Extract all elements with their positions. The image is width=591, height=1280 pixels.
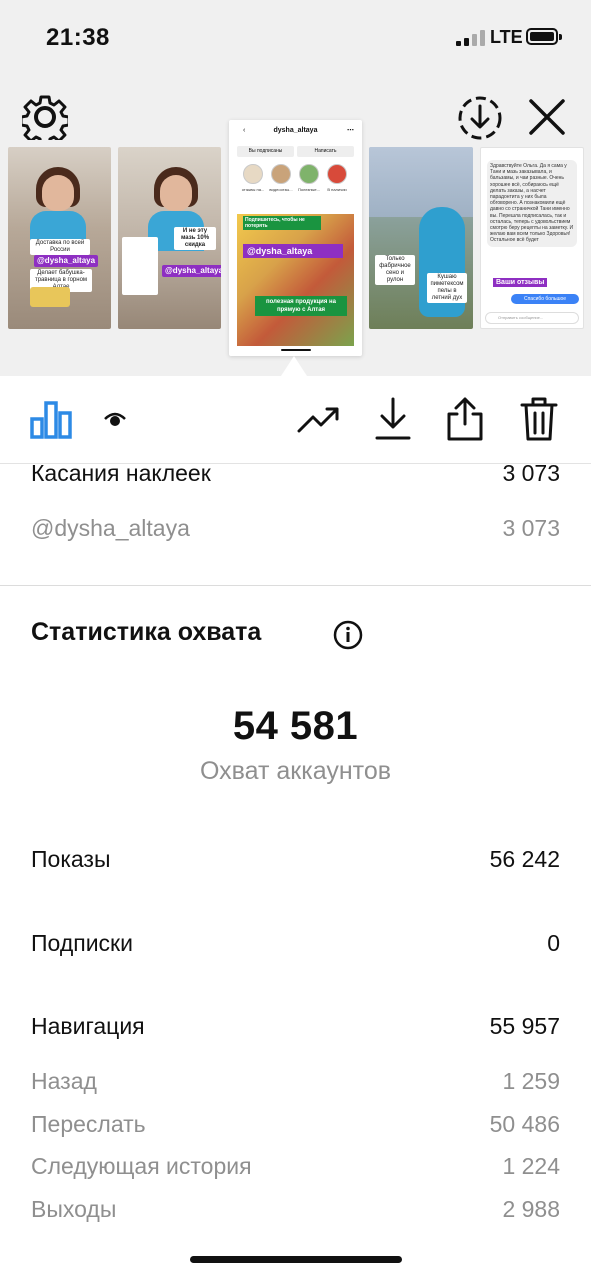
forward-row: Переслать 50 486: [31, 1111, 560, 1138]
highlight-circle: [327, 164, 347, 184]
forward-value: 50 486: [489, 1111, 560, 1137]
navigation-row: Навигация 55 957: [31, 1013, 560, 1040]
status-time: 21:38: [46, 24, 110, 51]
story-thumbnail-1[interactable]: Доставка по всей России @dysha_altaya Де…: [8, 147, 111, 329]
back-label: Назад: [31, 1068, 97, 1094]
story-banner: Подпишитесь, чтобы не потерять: [243, 216, 321, 230]
more-icon: ⋯: [347, 127, 354, 134]
story-caption: Кушаю пиметексом пелы в летний дух: [427, 273, 467, 303]
status-bar: 21:38 LTE: [0, 0, 591, 70]
following-button: Вы подписаны: [237, 146, 294, 157]
eye-icon[interactable]: [92, 396, 138, 442]
story-mention-tag: @dysha_altaya: [34, 255, 99, 267]
story-caption: Только фабричное сено и рулон: [375, 255, 415, 285]
chat-message: Здравствуйте Ольга. Да я сама у Тани и м…: [487, 160, 577, 247]
woman-photo: [30, 167, 86, 251]
exits-label: Выходы: [31, 1196, 117, 1222]
story-preview-area: 21:38 LTE Доставка по всей России @dysha…: [0, 0, 591, 376]
highlight-label: Полезные...: [298, 187, 320, 192]
accounts-reached-label: Охват аккаунтов: [199, 757, 392, 785]
highlight-circle: [271, 164, 291, 184]
profile-username: dysha_altaya: [273, 127, 318, 134]
sticker-taps-value: 3 073: [502, 460, 560, 486]
highlight-label: отзывы на...: [241, 187, 265, 192]
info-icon[interactable]: [333, 620, 363, 650]
reach-section-title: Статистика охвата: [31, 618, 262, 646]
accounts-reached-value: 54 581: [232, 704, 359, 748]
highlight-label: В наличии: [327, 187, 347, 192]
message-button: Написать: [297, 146, 354, 157]
back-value: 1 259: [502, 1068, 560, 1094]
profile-buttons: Вы подписаны Написать: [237, 146, 354, 157]
forward-label: Переслать: [31, 1111, 146, 1137]
selection-pointer: [281, 356, 307, 376]
home-bar: [281, 349, 311, 351]
sky-image: [369, 147, 473, 217]
insights-bar-chart-icon[interactable]: [28, 396, 74, 442]
share-icon[interactable]: [442, 396, 488, 442]
jar-image: [30, 287, 70, 307]
story-thumbnail-5[interactable]: Здравствуйте Ольга. Да я сама у Тани и м…: [480, 147, 584, 329]
back-chevron-icon: ‹: [243, 127, 246, 134]
follows-value: 0: [547, 930, 560, 956]
profile-header: ‹ dysha_altaya ⋯: [229, 124, 362, 138]
battery-icon: [526, 28, 562, 45]
story-mention-tag: @dysha_altaya: [162, 265, 221, 277]
posts-grid: Подпишитесь, чтобы не потерять @dysha_al…: [237, 214, 354, 346]
promote-trend-icon[interactable]: [296, 396, 342, 442]
follows-row: Подписки 0: [31, 930, 560, 957]
follows-label: Подписки: [31, 930, 133, 956]
network-type: LTE: [490, 27, 523, 47]
message-input: Отправить сообщение...: [485, 312, 579, 324]
exits-value: 2 988: [502, 1196, 560, 1222]
story-thumbnails-strip: Доставка по всей России @dysha_altaya Де…: [0, 120, 591, 370]
next-story-value: 1 224: [502, 1153, 560, 1179]
back-row: Назад 1 259: [31, 1068, 560, 1095]
reply-bubble: Спасибо большое: [511, 294, 579, 304]
cellular-signal-icon: [456, 30, 486, 46]
story-caption: И не эту мазь 10% скидка: [174, 227, 216, 250]
sticker-taps-label: Касания наклеек: [31, 460, 211, 486]
story-toolbar: [0, 376, 591, 464]
highlight-circle: [243, 164, 263, 184]
story-thumbnail-selected[interactable]: ‹ dysha_altaya ⋯ Вы подписаны Написать о…: [229, 120, 362, 356]
product-label-image: [122, 237, 158, 295]
story-thumbnail-2[interactable]: И не эту мазь 10% скидка @dysha_altaya: [118, 147, 221, 329]
sticker-handle-value: 3 073: [502, 515, 560, 541]
navigation-value: 55 957: [489, 1013, 560, 1039]
story-banner: полезная продукция на прямую с Алтая: [255, 296, 347, 316]
story-caption: Доставка по всей России: [30, 239, 90, 255]
sticker-taps-row: Касания наклеек 3 073: [31, 460, 560, 487]
next-story-label: Следующая история: [31, 1153, 252, 1179]
sticker-handle-label: @dysha_altaya: [31, 515, 190, 541]
trash-icon[interactable]: [516, 396, 562, 442]
navigation-label: Навигация: [31, 1013, 145, 1039]
home-indicator[interactable]: [190, 1256, 402, 1263]
story-mention-tag: @dysha_altaya: [243, 244, 343, 258]
highlight-label: видеоотзы...: [269, 187, 293, 192]
highlight-circle: [299, 164, 319, 184]
exits-row: Выходы 2 988: [31, 1196, 560, 1223]
story-thumbnail-4[interactable]: Только фабричное сено и рулон Кушаю пиме…: [369, 147, 473, 329]
sticker-handle-row[interactable]: @dysha_altaya 3 073: [31, 515, 560, 542]
impressions-label: Показы: [31, 846, 111, 872]
section-divider: [0, 585, 591, 586]
impressions-row: Показы 56 242: [31, 846, 560, 873]
story-badge: Ваши отзывы: [493, 278, 548, 287]
next-story-row: Следующая история 1 224: [31, 1153, 560, 1180]
download-icon[interactable]: [370, 396, 416, 442]
impressions-value: 56 242: [489, 846, 560, 872]
